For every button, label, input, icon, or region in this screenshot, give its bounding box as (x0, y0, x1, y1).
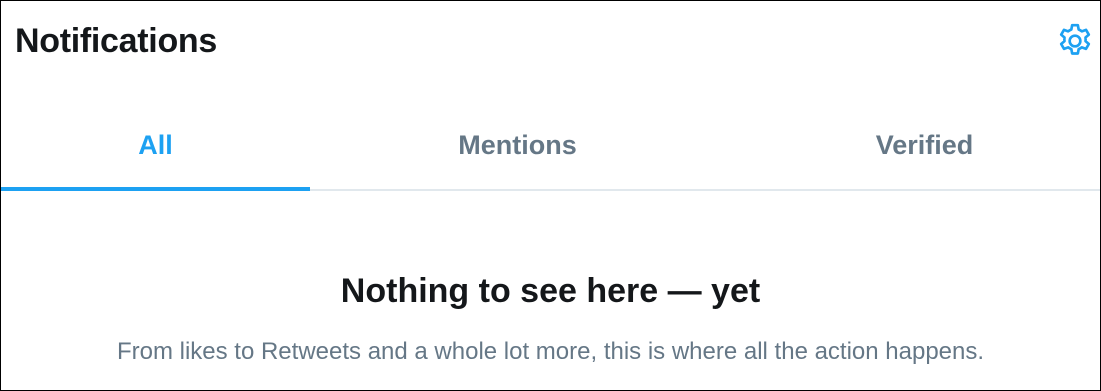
tab-label: Mentions (458, 129, 577, 160)
active-tab-indicator (1, 187, 310, 191)
tab-mentions[interactable]: Mentions (363, 101, 672, 189)
header: Notifications (1, 1, 1100, 81)
gear-icon (1059, 23, 1091, 55)
empty-state-title: Nothing to see here — yet (340, 272, 761, 310)
tab-label: Verified (875, 129, 974, 160)
tab-label: All (138, 129, 173, 160)
settings-button[interactable] (1053, 19, 1097, 63)
tab-verified[interactable]: Verified (770, 101, 1079, 189)
empty-state-subtitle: From likes to Retweets and a whole lot m… (116, 338, 985, 365)
page-title: Notifications (15, 22, 217, 60)
tab-all[interactable]: All (1, 101, 310, 191)
notification-tabs: All Mentions Verified (1, 101, 1100, 191)
notifications-panel: Notifications All Mentions Verified Noth… (0, 0, 1101, 391)
